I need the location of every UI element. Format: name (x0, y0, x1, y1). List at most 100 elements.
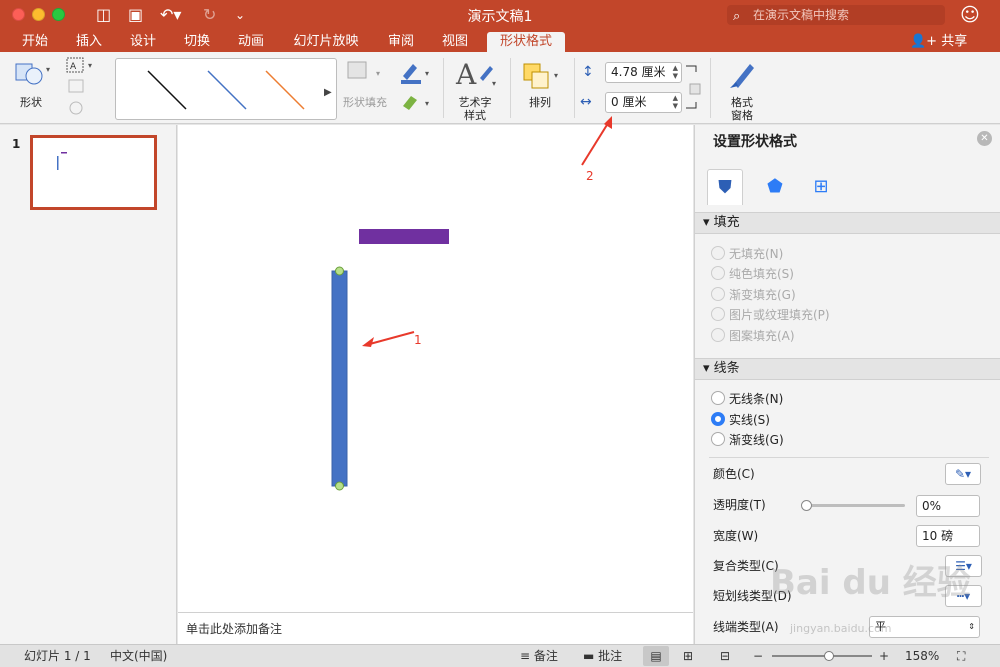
tab-view[interactable]: 视图 (434, 32, 476, 52)
slide-thumbnail[interactable] (30, 135, 157, 210)
watermark-url: jingyan.baidu.com (790, 622, 892, 635)
shapes-icon: ▾ (15, 63, 50, 85)
radio-no-line[interactable]: 无线条(N) (711, 391, 783, 407)
purple-bar-shape[interactable] (359, 229, 449, 244)
tab-slideshow[interactable]: 幻灯片放映 (284, 32, 368, 52)
search-placeholder: 在演示文稿中搜索 (753, 8, 850, 22)
zoom-slider-thumb[interactable] (824, 651, 834, 661)
format-pane-label: 格式 窗格 (731, 96, 753, 122)
width-stepper-icon[interactable]: ▲ ▼ (673, 94, 678, 110)
radio-picture-fill[interactable]: 图片或纹理填充(P) (711, 307, 830, 323)
arrange-button[interactable]: ▾ (520, 60, 564, 92)
radio-gradient-fill[interactable]: 渐变填充(G) (711, 287, 796, 303)
svg-text:▾: ▾ (88, 61, 92, 70)
svg-text:▾: ▾ (492, 79, 496, 88)
size-properties-tab[interactable]: ⊞ (803, 169, 839, 205)
transparency-slider-thumb[interactable] (801, 500, 812, 511)
wordart-styles-button[interactable]: A ▾ (452, 56, 498, 94)
tab-home[interactable]: 开始 (14, 32, 56, 52)
slide-canvas[interactable]: 1 (178, 125, 693, 612)
tab-design[interactable]: 设计 (122, 32, 164, 52)
customize-toolbar-icon[interactable]: ⌄ (235, 5, 245, 25)
edit-shape-tools[interactable]: A ▾ (64, 56, 98, 120)
close-window-button[interactable] (12, 8, 25, 21)
shape-styles-gallery[interactable]: ▶ (115, 58, 337, 120)
feedback-smiley-icon[interactable]: ☺ (960, 4, 980, 26)
radio-label: 纯色填充(S) (729, 267, 794, 281)
zoom-slider[interactable] (772, 655, 872, 657)
maximize-window-button[interactable] (52, 8, 65, 21)
undo-icon[interactable]: ↶▾ (160, 5, 181, 25)
radio-circle (711, 266, 725, 280)
sidebar-toggle-icon[interactable]: ◫ (96, 5, 111, 25)
zoom-out-button[interactable]: − (753, 645, 763, 667)
tab-insert[interactable]: 插入 (68, 32, 110, 52)
radio-pattern-fill[interactable]: 图案填充(A) (711, 328, 795, 344)
radio-label: 图案填充(A) (729, 329, 795, 343)
slideshow-view-button[interactable]: ⊟ (720, 645, 730, 667)
shape-fill-button[interactable]: ▾ (344, 58, 388, 92)
text-box-icon: A ▾ (66, 57, 92, 115)
width-icon: ↔ (580, 94, 592, 110)
resize-handle-top[interactable] (335, 266, 344, 276)
height-stepper-icon[interactable]: ▲ ▼ (673, 64, 678, 80)
resize-handle-bottom[interactable] (335, 481, 344, 491)
tab-shape-format[interactable]: 形状格式 (487, 32, 565, 52)
fit-to-window-button[interactable]: ⛶ (957, 645, 965, 667)
language-indicator[interactable]: 中文(中国) (110, 645, 167, 667)
redo-icon[interactable]: ↻ (203, 5, 216, 25)
line-color-dropdown[interactable]: ✎▾ (945, 463, 981, 485)
selected-line-shape[interactable] (331, 270, 348, 487)
transparency-label: 透明度(T) (713, 498, 766, 512)
radio-solid-line[interactable]: 实线(S) (711, 412, 770, 428)
shape-height-input[interactable]: 4.78 厘米 ▲ ▼ (605, 62, 682, 83)
share-button[interactable]: 👤+ 共享 (910, 32, 967, 52)
status-bar: 幻灯片 1 / 1 中文(中国) ≡ 备注 ▬ 批注 ▤ ⊞ ⊟ − + 158… (0, 644, 1000, 667)
save-icon[interactable]: ▣ (128, 5, 143, 25)
comments-button[interactable]: ▬ 批注 (583, 645, 622, 667)
cap-type-label: 线端类型(A) (713, 620, 779, 634)
transparency-slider[interactable] (805, 504, 905, 507)
ribbon-separator (710, 58, 711, 118)
normal-view-icon: ▤ (650, 649, 662, 663)
search-input[interactable]: ⌕ 在演示文稿中搜索 (727, 5, 945, 25)
radio-label: 实线(S) (729, 413, 770, 427)
svg-text:A: A (455, 58, 477, 91)
radio-gradient-line[interactable]: 渐变线(G) (711, 432, 784, 448)
shape-height-value: 4.78 厘米 (611, 65, 666, 79)
line-section-label: 线条 (713, 361, 740, 376)
slide-number: 1 (12, 137, 21, 151)
shape-width-value: 0 厘米 (611, 95, 647, 109)
format-pane-button[interactable] (724, 58, 760, 92)
lock-aspect-ratio-icon[interactable] (684, 62, 702, 114)
shape-fill-label: 形状填充 (343, 96, 387, 109)
shapes-button[interactable]: ▾ (10, 58, 54, 90)
svg-text:▾: ▾ (425, 99, 429, 108)
line-width-input[interactable]: 10 磅 (916, 525, 980, 547)
fill-line-tab[interactable]: ⛊ (707, 169, 743, 205)
tab-animations[interactable]: 动画 (230, 32, 272, 52)
comment-icon: ▬ (583, 649, 595, 663)
fill-section-header[interactable]: ▾ 填充 (695, 212, 1000, 234)
effects-tab[interactable]: ⬟ (757, 169, 793, 205)
wordart-label: 艺术字 样式 (458, 96, 492, 122)
slide-sorter-button[interactable]: ⊞ (683, 645, 693, 667)
radio-circle (711, 328, 725, 342)
tab-transitions[interactable]: 切换 (176, 32, 218, 52)
tab-review[interactable]: 审阅 (380, 32, 422, 52)
zoom-level[interactable]: 158% (905, 645, 939, 667)
normal-view-button[interactable]: ▤ (643, 646, 669, 666)
minimize-window-button[interactable] (32, 8, 45, 21)
zoom-in-button[interactable]: + (879, 645, 889, 667)
notes-area[interactable]: 单击此处添加备注 (178, 612, 693, 644)
transparency-input[interactable]: 0% (916, 495, 980, 517)
radio-circle (711, 432, 725, 446)
line-section-header[interactable]: ▾ 线条 (695, 358, 1000, 380)
shape-outline-effects[interactable]: ▾ ▾ (397, 60, 433, 116)
radio-no-fill[interactable]: 无填充(N) (711, 246, 783, 262)
slide-counter: 幻灯片 1 / 1 (24, 649, 91, 663)
radio-solid-fill[interactable]: 纯色填充(S) (711, 266, 794, 282)
close-pane-button[interactable]: ✕ (977, 131, 992, 146)
notes-button[interactable]: ≡ 备注 (520, 645, 558, 667)
color-label: 颜色(C) (713, 467, 755, 481)
